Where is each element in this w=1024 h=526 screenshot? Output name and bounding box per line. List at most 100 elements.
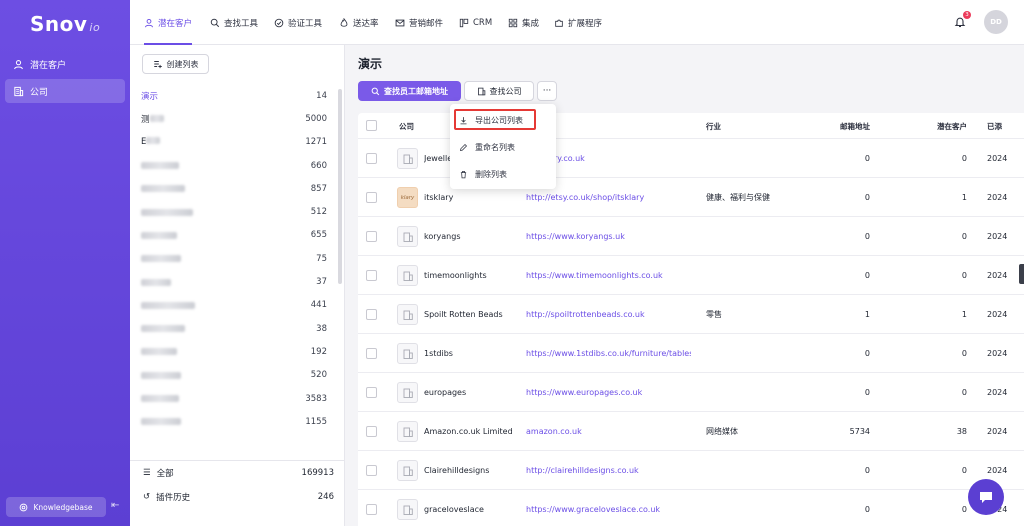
find-emails-button[interactable]: 查找员工邮箱地址	[358, 81, 461, 101]
row-checkbox[interactable]	[366, 426, 377, 437]
list-item[interactable]: 660	[130, 154, 345, 177]
company-website-link[interactable]: amazon.co.uk	[526, 412, 691, 451]
sidebar-item-companies[interactable]: 公司	[5, 79, 125, 103]
company-website-link[interactable]: https://www.europages.co.uk	[526, 373, 691, 412]
company-website-link[interactable]: https://www.koryangs.uk	[526, 217, 691, 256]
plugin-history-item[interactable]: ↺ 插件历史 246	[130, 485, 345, 509]
select-all-checkbox[interactable]	[366, 120, 377, 131]
company-name[interactable]: Amazon.co.uk Limited	[424, 412, 524, 451]
nav-item-verifier[interactable]: 验证工具	[274, 0, 322, 45]
notification-badge: 3	[963, 11, 971, 19]
nav-item-deliverability[interactable]: 送达率	[339, 0, 379, 45]
building-icon	[403, 388, 413, 398]
company-name[interactable]: Clairehilldesigns	[424, 451, 524, 490]
row-checkbox[interactable]	[366, 504, 377, 515]
list-item[interactable]: 3583	[130, 387, 345, 410]
create-list-button[interactable]: 创建列表	[142, 54, 209, 74]
puzzle-icon	[555, 19, 563, 27]
rename-list-menu-item[interactable]: 重命名列表	[450, 135, 556, 159]
list-item[interactable]: 1155	[130, 410, 345, 433]
column-added[interactable]: 已添	[987, 113, 1002, 139]
company-website-link[interactable]: http://clairehilldesigns.co.uk	[526, 451, 691, 490]
side-panel-handle[interactable]	[1019, 264, 1024, 284]
avatar[interactable]: DD	[984, 10, 1008, 34]
list-item[interactable]: 37	[130, 270, 345, 293]
knowledgebase-button[interactable]: Knowledgebase	[6, 497, 106, 517]
list-item[interactable]: 441	[130, 294, 345, 317]
column-prospects[interactable]: 潜在客户	[918, 113, 967, 139]
find-companies-button[interactable]: 查找公司	[464, 81, 534, 101]
more-options-button[interactable]: ···	[537, 81, 557, 101]
company-industry	[706, 334, 806, 373]
nav-item-extensions[interactable]: 扩展程序	[554, 0, 602, 45]
list-footer: ☰ 全部 169913 ↺ 插件历史 246	[130, 460, 345, 509]
collapse-left-icon[interactable]: ⇤	[111, 500, 119, 511]
list-item[interactable]: 857	[130, 177, 345, 200]
chat-icon	[980, 492, 992, 503]
list-item[interactable]: E 1271	[130, 131, 345, 154]
company-name[interactable]: timemoonlights	[424, 256, 524, 295]
table-row[interactable]: graceloveslace https://www.graceloveslace…	[358, 490, 1024, 526]
table-row[interactable]: Amazon.co.uk Limited amazon.co.uk 网络媒体 5734…	[358, 412, 1024, 451]
list-item[interactable]: 38	[130, 317, 345, 340]
search-icon	[371, 87, 380, 95]
company-name[interactable]: koryangs	[424, 217, 524, 256]
company-website-link[interactable]: https://www.graceloveslace.co.uk	[526, 490, 691, 526]
prospect-count: 0	[961, 232, 967, 241]
all-lists-item[interactable]: ☰ 全部 169913	[130, 461, 345, 485]
company-name[interactable]: Spoilt Rotten Beads	[424, 295, 524, 334]
list-scrollbar[interactable]	[338, 89, 342, 284]
flame-icon	[340, 17, 348, 27]
column-emails[interactable]: 邮箱地址	[816, 113, 870, 139]
row-checkbox[interactable]	[366, 153, 377, 164]
prospect-count: 0	[961, 466, 967, 475]
row-checkbox[interactable]	[366, 192, 377, 203]
delete-list-menu-item[interactable]: 删除列表	[450, 162, 556, 186]
row-checkbox[interactable]	[366, 309, 377, 320]
table-row[interactable]: Spoilt Rotten Beads http://spoiltrottenbe…	[358, 295, 1024, 334]
trash-icon	[460, 170, 467, 178]
sidebar-item-label: 公司	[30, 87, 49, 98]
nav-item-campaigns[interactable]: 营销邮件	[395, 0, 443, 45]
company-logo	[397, 499, 418, 520]
table-row[interactable]: Clairehilldesigns http://clairehilldesign…	[358, 451, 1024, 490]
company-name[interactable]: 1stdibs	[424, 334, 524, 373]
list-item[interactable]: 655	[130, 224, 345, 247]
list-item[interactable]: 192	[130, 340, 345, 363]
email-count: 0	[864, 193, 870, 202]
table-row[interactable]: timemoonlights https://www.timemoonlights…	[358, 256, 1024, 295]
nav-item-crm[interactable]: CRM	[459, 0, 492, 45]
chat-widget-button[interactable]	[968, 479, 1004, 515]
sidebar-item-prospects[interactable]: 潜在客户	[5, 52, 125, 76]
building-icon	[403, 427, 413, 437]
list-item[interactable]: 512	[130, 200, 345, 223]
list-item[interactable]: 测 5000	[130, 107, 345, 130]
company-name[interactable]: europages	[424, 373, 524, 412]
column-company[interactable]: 公司	[399, 113, 414, 139]
company-website-link[interactable]: https://www.1stdibs.co.uk/furniture/tabl…	[526, 334, 691, 373]
table-row[interactable]: europages https://www.europages.co.uk 0 0 20…	[358, 373, 1024, 412]
company-website-link[interactable]: http://spoiltrottenbeads.co.uk	[526, 295, 691, 334]
nav-item-finder[interactable]: 查找工具	[210, 0, 258, 45]
company-logo	[397, 226, 418, 247]
nav-item-integrations[interactable]: 集成	[508, 0, 539, 45]
nav-item-prospects[interactable]: 潜在客户	[144, 0, 193, 45]
row-checkbox[interactable]	[366, 465, 377, 476]
prospect-count: 0	[961, 154, 967, 163]
row-checkbox[interactable]	[366, 231, 377, 242]
row-checkbox[interactable]	[366, 348, 377, 359]
row-checkbox[interactable]	[366, 387, 377, 398]
row-checkbox[interactable]	[366, 270, 377, 281]
column-industry[interactable]: 行业	[706, 113, 721, 139]
company-logo-text: klary	[400, 194, 415, 201]
logo[interactable]: Snov io	[30, 12, 100, 36]
email-count: 0	[864, 349, 870, 358]
list-item[interactable]: 520	[130, 364, 345, 387]
list-item[interactable]: 75	[130, 247, 345, 270]
table-row[interactable]: koryangs https://www.koryangs.uk 0 0 2024	[358, 217, 1024, 256]
company-website-link[interactable]: https://www.timemoonlights.co.uk	[526, 256, 691, 295]
list-item[interactable]: 演示 14	[130, 84, 345, 107]
company-name[interactable]: graceloveslace	[424, 490, 524, 526]
table-row[interactable]: 1stdibs https://www.1stdibs.co.uk/furnitu…	[358, 334, 1024, 373]
history-icon: ↺	[143, 492, 151, 502]
